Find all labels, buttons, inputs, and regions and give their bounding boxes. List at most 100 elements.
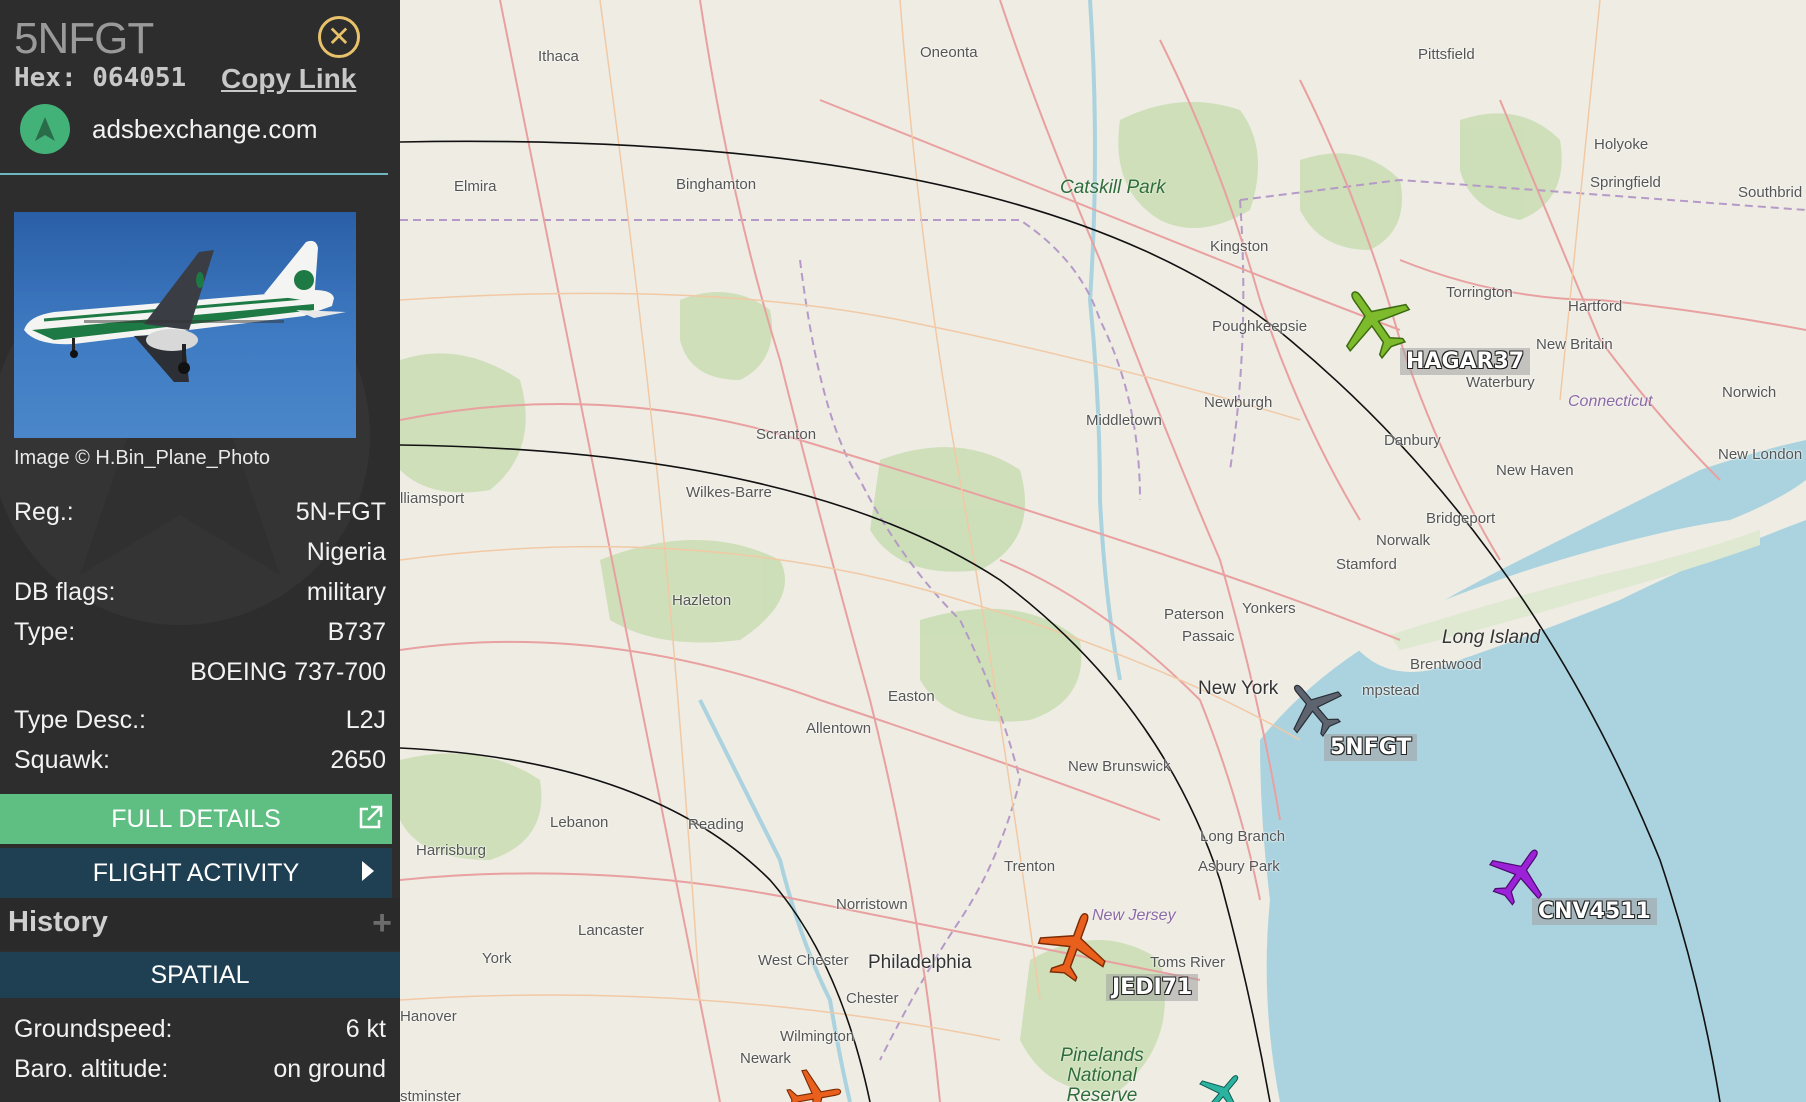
city-label: Toms River (1150, 954, 1226, 971)
history-label: History (8, 906, 108, 938)
city-label: Holyoke (1594, 136, 1649, 153)
chevron-right-icon (362, 861, 374, 881)
city-label: Yonkers (1242, 600, 1296, 617)
city-label: Trenton (1004, 858, 1056, 875)
aircraft-title: 5NFGT (14, 14, 154, 63)
aircraft-info-panel: 5NFGT ✕ Hex: 064051 Copy Link adsbexchan… (0, 0, 400, 1102)
city-label: Asbury Park (1198, 858, 1280, 875)
callsign-label[interactable]: HAGAR37 (1400, 348, 1531, 375)
callsign-label[interactable]: CNV4511 (1532, 898, 1657, 925)
city-label: Ithaca (538, 48, 579, 65)
city-label: West Chester (758, 952, 849, 969)
country-row: Nigeria (14, 538, 386, 570)
aircraft-orange-partial-icon[interactable] (784, 1066, 844, 1102)
city-label: Passaic (1182, 628, 1235, 645)
hex-code: Hex: 064051 (14, 63, 187, 93)
city-label: Chester (846, 990, 899, 1007)
squawk-row: Squawk: 2650 (14, 746, 386, 778)
flight-activity-label: FLIGHT ACTIVITY (92, 858, 300, 887)
city-label: Norwalk (1376, 532, 1431, 549)
city-label: Poughkeepsie (1212, 318, 1308, 335)
city-label: Elmira (454, 178, 497, 195)
region-connecticut: Connecticut (1568, 393, 1653, 410)
city-label: Southbrid (1738, 184, 1803, 201)
full-details-button[interactable]: FULL DETAILS (0, 794, 392, 844)
photo-credit: Image © H.Bin_Plane_Photo (14, 447, 271, 469)
callsign-label[interactable]: JEDI71 (1106, 974, 1199, 1001)
detail-value: military (306, 578, 386, 606)
city-label: Middletown (1086, 412, 1162, 429)
aircraft-jedi71-icon[interactable] (1036, 908, 1112, 984)
spatial-label: SPATIAL (150, 960, 250, 989)
city-label: Allentown (806, 720, 872, 737)
divider (0, 173, 388, 175)
city-label: Wilmington (780, 1028, 855, 1045)
detail-value: Nigeria (306, 538, 386, 566)
type-name-row: BOEING 737-700 (14, 658, 386, 690)
city-label: stminster (400, 1088, 461, 1102)
city-label: Newark (740, 1050, 791, 1067)
expand-plus-icon: + (372, 904, 392, 942)
db-flags-row: DB flags: military (14, 578, 386, 610)
aircraft-5nfgt-icon[interactable] (1282, 676, 1346, 740)
source-label: adsbexchange.com (92, 113, 318, 144)
detail-key: Type: (14, 618, 76, 646)
city-label: New London (1718, 446, 1803, 463)
city-label: New Brunswick (1068, 758, 1171, 775)
city-label: Stamford (1336, 556, 1397, 573)
detail-key: Baro. altitude: (14, 1055, 169, 1083)
map-view[interactable]: Catskill Park Connecticut Long Island Ne… (400, 0, 1806, 1102)
groundspeed-row: Groundspeed: 6 kt (14, 1015, 386, 1047)
city-label: York (482, 950, 512, 967)
city-label: Scranton (756, 426, 817, 443)
city-label: Easton (888, 688, 935, 705)
spatial-section-header[interactable]: SPATIAL (0, 952, 400, 998)
city-label: Philadelphia (868, 952, 972, 973)
region-long-island: Long Island (1442, 627, 1541, 648)
city-label: Torrington (1446, 284, 1513, 301)
city-label: mpstead (1362, 682, 1420, 699)
detail-value: BOEING 737-700 (190, 658, 386, 686)
city-label: lliamsport (400, 490, 465, 507)
city-label: Bridgeport (1426, 510, 1496, 527)
city-label: New York (1198, 678, 1279, 699)
detail-value: 5N-FGT (295, 498, 386, 526)
external-link-icon (359, 805, 383, 829)
detail-key: Squawk: (14, 746, 110, 774)
source-row[interactable]: adsbexchange.com (20, 104, 317, 154)
type-desc-row: Type Desc.: L2J (14, 706, 386, 738)
city-label: Newburgh (1204, 394, 1273, 411)
city-label: Oneonta (920, 44, 978, 61)
detail-value: on ground (273, 1055, 386, 1083)
adsbexchange-logo-icon (20, 104, 70, 154)
city-label: Brentwood (1410, 656, 1482, 673)
city-label: Waterbury (1466, 374, 1535, 391)
type-row: Type: B737 (14, 618, 386, 650)
city-label: Hartford (1568, 298, 1623, 315)
detail-value: 2650 (330, 746, 386, 774)
region-pinelands: Pinelands National Reserve (1060, 1045, 1144, 1102)
city-label: Harrisburg (416, 842, 487, 859)
close-icon: ✕ (327, 21, 351, 52)
region-catskill: Catskill Park (1060, 177, 1166, 198)
city-label: Lancaster (578, 922, 644, 939)
reg-row: Reg.: 5N-FGT (14, 498, 386, 530)
detail-key: Groundspeed: (14, 1015, 173, 1043)
history-section-toggle[interactable]: History + (0, 898, 400, 950)
flight-activity-button[interactable]: FLIGHT ACTIVITY (0, 848, 392, 898)
aircraft-photo[interactable] (14, 212, 356, 438)
city-label: Springfield (1590, 174, 1661, 191)
callsign-label[interactable]: 5NFGT (1324, 734, 1418, 761)
city-label: Reading (688, 816, 744, 833)
city-label: Paterson (1164, 606, 1225, 623)
detail-value: B737 (327, 618, 386, 646)
city-label: Hanover (400, 1008, 457, 1025)
detail-key: Reg.: (14, 498, 74, 526)
city-label: Norwich (1722, 384, 1777, 401)
close-button[interactable]: ✕ (318, 16, 360, 58)
copy-link[interactable]: Copy Link (221, 63, 356, 95)
aircraft-teal-partial-icon[interactable] (1196, 1068, 1248, 1102)
city-label: New Haven (1496, 462, 1574, 479)
city-label: New Britain (1536, 336, 1613, 353)
city-label: Kingston (1210, 238, 1269, 255)
